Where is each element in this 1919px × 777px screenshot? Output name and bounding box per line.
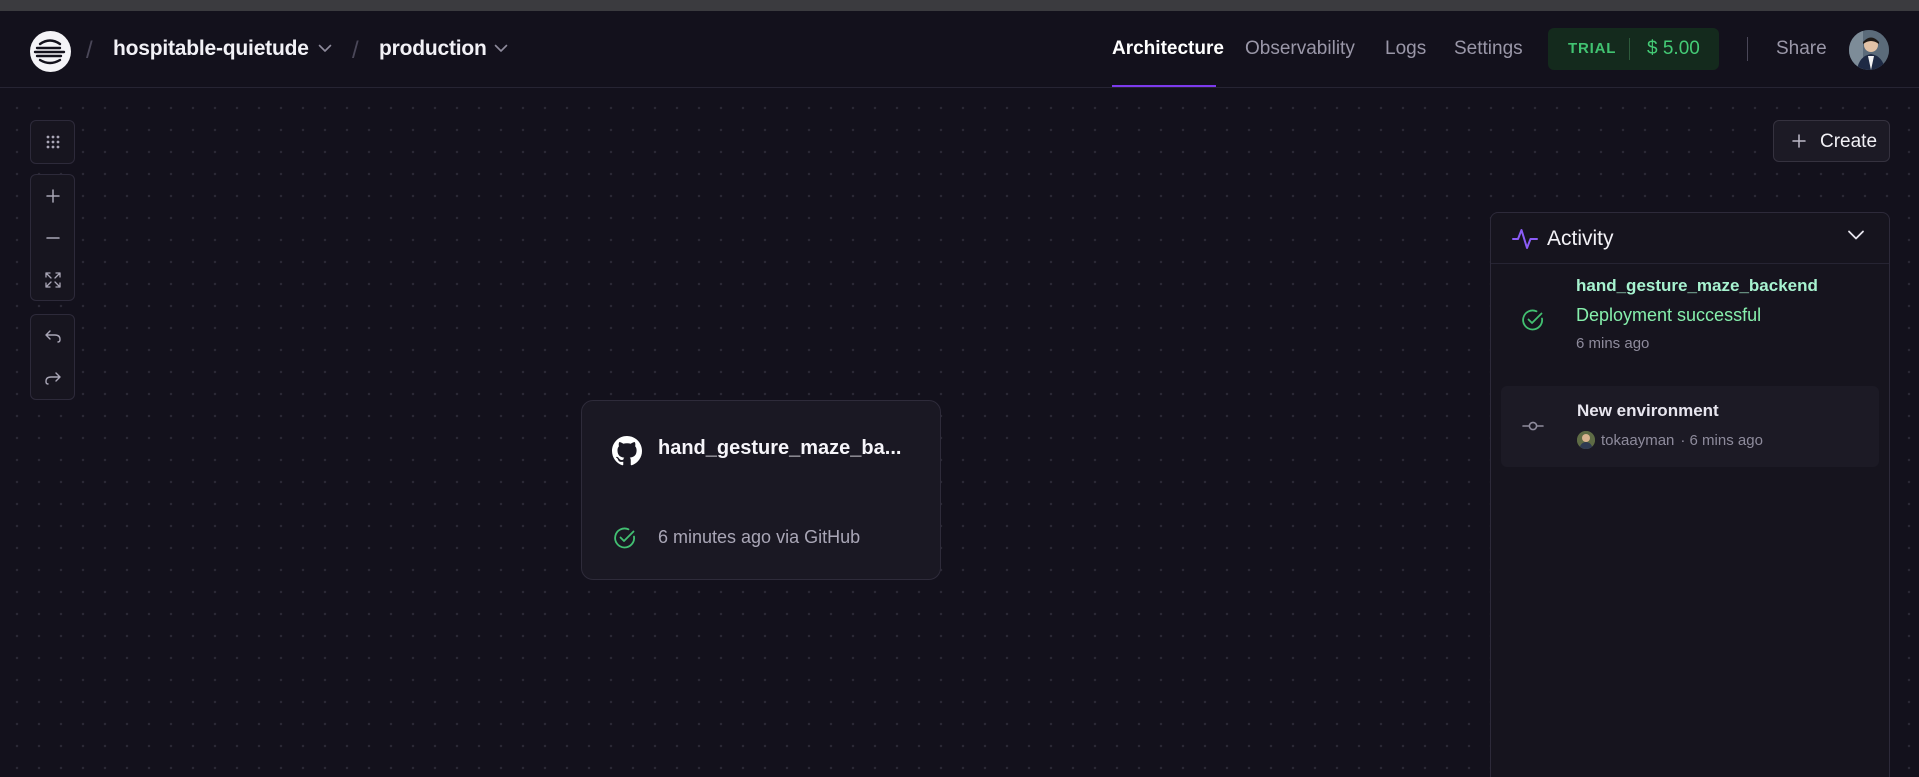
tab-architecture[interactable]: Architecture (1112, 38, 1224, 60)
browser-top-strip (0, 0, 1919, 11)
success-check-icon (1522, 309, 1543, 331)
header-divider (1747, 37, 1748, 61)
breadcrumb-separator: / (86, 37, 93, 64)
tab-settings[interactable]: Settings (1454, 38, 1523, 60)
create-button[interactable]: Create (1773, 120, 1890, 162)
tab-logs[interactable]: Logs (1385, 38, 1426, 60)
activity-pulse-icon (1512, 229, 1538, 249)
activity-service-name: hand_gesture_maze_backend (1576, 276, 1818, 295)
activity-message: Deployment successful (1576, 305, 1762, 325)
railway-logo-icon[interactable] (30, 31, 71, 72)
undo-icon[interactable] (31, 315, 74, 357)
activity-panel: Activity hand_gesture_maze_backend Deplo… (1490, 212, 1890, 777)
share-button[interactable]: Share (1776, 38, 1827, 60)
activity-item-deployment[interactable]: hand_gesture_maze_backend Deployment suc… (1501, 275, 1879, 369)
top-bar: / hospitable-quietude / production Archi… (0, 11, 1919, 88)
service-name: hand_gesture_maze_ba... (658, 437, 902, 459)
breadcrumb-separator: / (352, 37, 359, 64)
activity-user: tokaayman (1601, 431, 1675, 449)
activity-item-new-environment[interactable]: New environment tokaayman · 6 mins ago (1501, 386, 1879, 467)
deployment-status: 6 minutes ago via GitHub (658, 527, 861, 547)
badge-divider (1629, 38, 1630, 60)
create-button-label: Create (1820, 131, 1878, 152)
success-check-icon (614, 527, 635, 549)
active-tab-indicator (1112, 85, 1216, 87)
fit-view-icon[interactable] (31, 259, 74, 301)
service-card[interactable]: hand_gesture_maze_ba... 6 minutes ago vi… (581, 400, 941, 580)
canvas-menu-group (30, 120, 75, 164)
activity-meta: tokaayman · 6 mins ago (1577, 431, 1763, 449)
github-icon (612, 436, 642, 466)
chevron-down-icon[interactable] (1847, 229, 1865, 241)
history-controls (30, 314, 75, 400)
plus-icon (1792, 134, 1806, 148)
environment-name[interactable]: production (379, 37, 487, 61)
architecture-canvas[interactable]: Create hand_gesture_maze_ba... 6 minutes… (0, 89, 1919, 777)
activity-timestamp: 6 mins ago (1576, 335, 1650, 352)
activity-timestamp: · 6 mins ago (1680, 431, 1763, 449)
activity-header[interactable]: Activity (1491, 213, 1889, 264)
redo-icon[interactable] (31, 357, 74, 399)
user-mini-avatar (1577, 431, 1595, 449)
credit-amount: $ 5.00 (1647, 38, 1700, 59)
project-chevron-down-icon[interactable] (318, 44, 332, 53)
user-avatar[interactable] (1849, 30, 1889, 70)
zoom-out-icon[interactable] (31, 217, 74, 259)
activity-title-text: New environment (1577, 401, 1719, 420)
activity-title: Activity (1547, 227, 1614, 250)
environment-chevron-down-icon[interactable] (494, 44, 508, 53)
trial-credit-badge[interactable]: TRIAL $ 5.00 (1548, 28, 1719, 70)
plan-label: TRIAL (1568, 40, 1617, 57)
grid-icon[interactable] (31, 121, 74, 163)
zoom-in-icon[interactable] (31, 175, 74, 217)
commit-icon (1522, 421, 1544, 431)
project-name[interactable]: hospitable-quietude (113, 37, 309, 61)
tab-observability[interactable]: Observability (1245, 38, 1355, 60)
zoom-controls (30, 174, 75, 301)
